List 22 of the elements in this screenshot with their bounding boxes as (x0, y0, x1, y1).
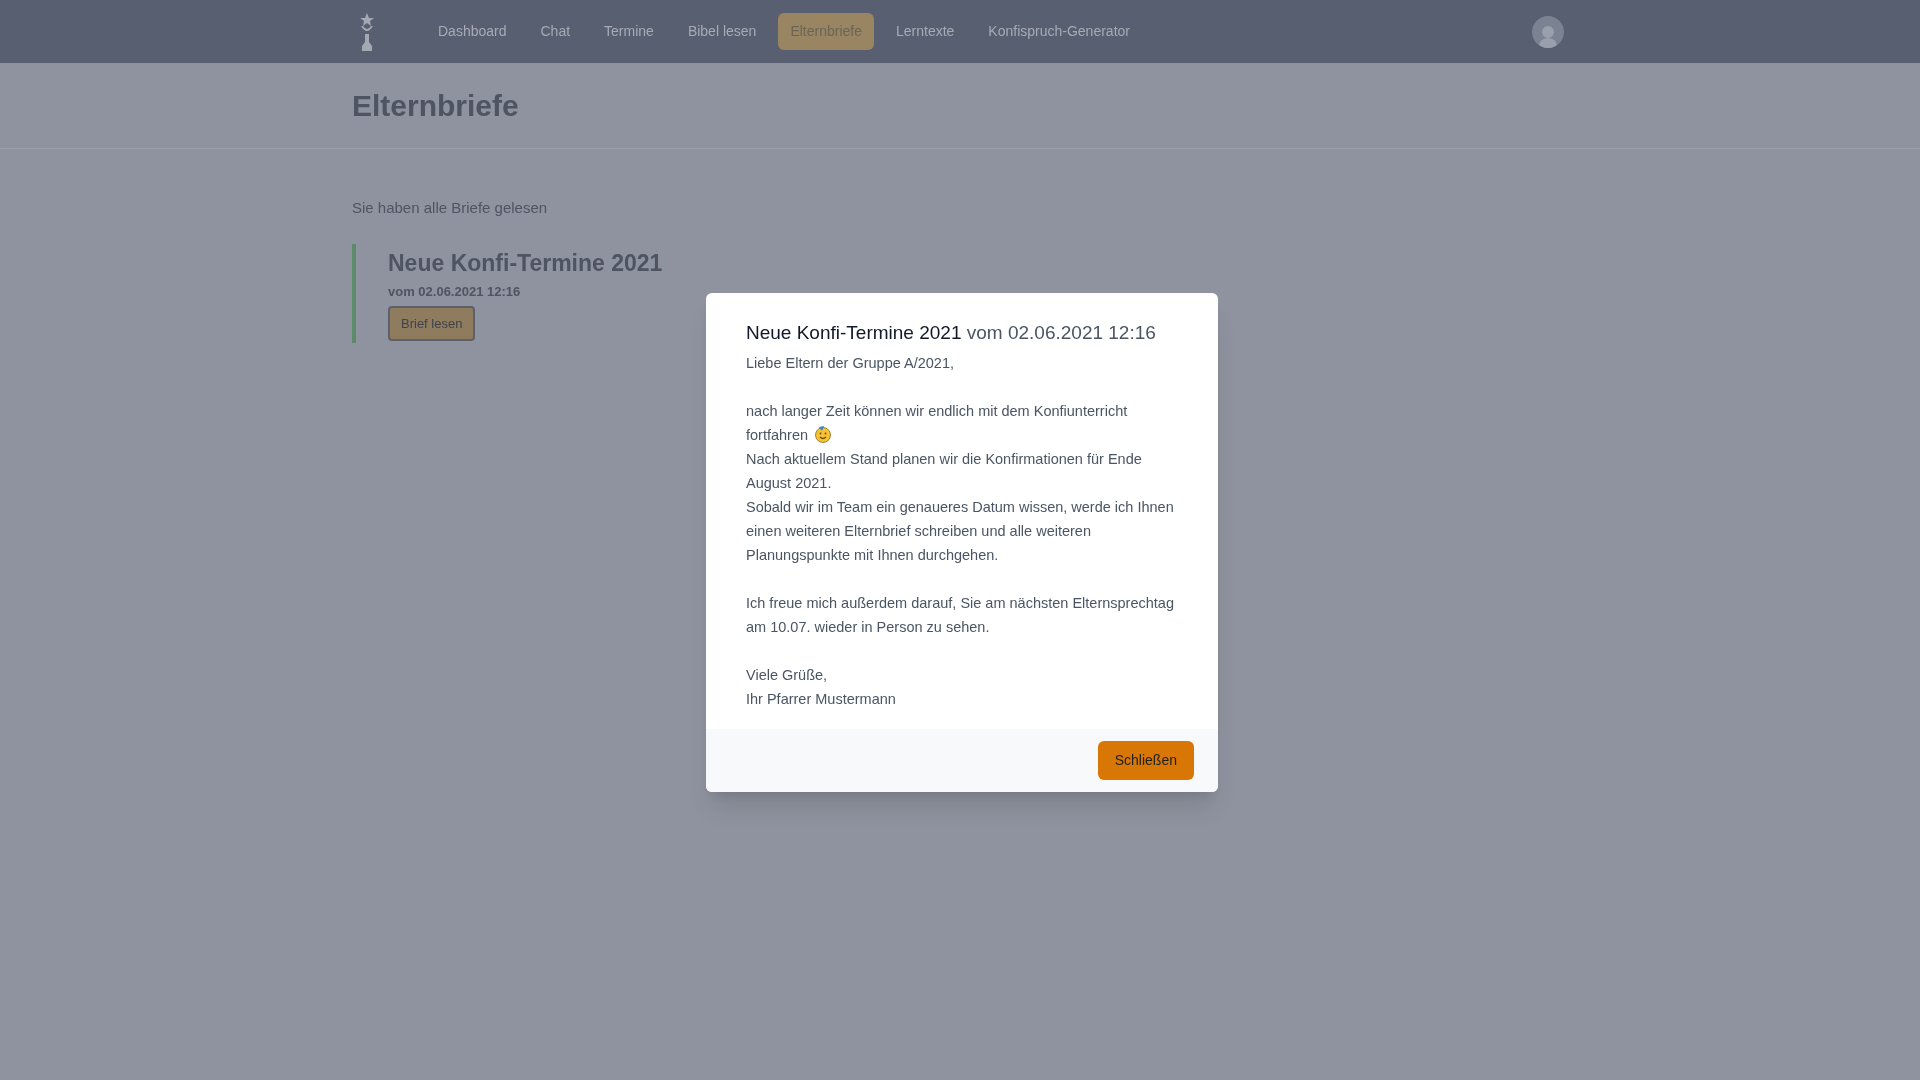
letter-date: vom 02.06.2021 12:16 (388, 283, 522, 301)
nav-link[interactable]: Konfispruch-Generator (976, 13, 1142, 50)
nav-link[interactable]: Chat (528, 13, 583, 50)
status-text: Sie haben alle Briefe gelesen (352, 198, 549, 218)
nav-link[interactable]: Lerntexte (883, 13, 967, 50)
letter-text: nach langer Zeit können wir endlich mit dem Konfiunterricht fortfahren (746, 403, 1128, 443)
close-button[interactable]: Schließen (1097, 741, 1194, 780)
dialog-title: Neue Konfi-Termine 2021 (746, 322, 962, 343)
letter-text: Ich freue mich außerdem darauf, Sie am nächsten Elternsprechtag am 10.07. wieder in Person zu sehen. (746, 595, 1174, 635)
letter-text: Nach aktuellem Stand planen wir die Konfirmationen für Ende August 2021. (746, 451, 1142, 491)
nav-link[interactable]: Dashboard (426, 13, 519, 50)
dialog-date: vom 02.06.2021 12:16 (966, 322, 1156, 343)
letter-text: Sobald wir im Team ein genaueres Datum wissen, werde ich Ihnen einen weiteren Elternbrief schreiben und alle weiteren Planungspunkte mit Ihnen durchgehen. (746, 499, 1174, 563)
page-title: Elternbriefe (352, 88, 520, 124)
letter-text: Viele Grüße, (746, 667, 828, 683)
letter-text: Ihr Pfarrer Mustermann (746, 691, 896, 707)
user-avatar-icon[interactable] (1532, 15, 1564, 48)
nav-link[interactable]: Bibel lesen (675, 13, 769, 50)
nav-link[interactable]: Termine (592, 13, 666, 50)
letter-text: Liebe Eltern der Gruppe A/2021, (746, 355, 954, 371)
read-letter-button[interactable]: Brief lesen (388, 305, 476, 341)
letter-title: Neue Konfi-Termine 2021 (388, 248, 664, 278)
